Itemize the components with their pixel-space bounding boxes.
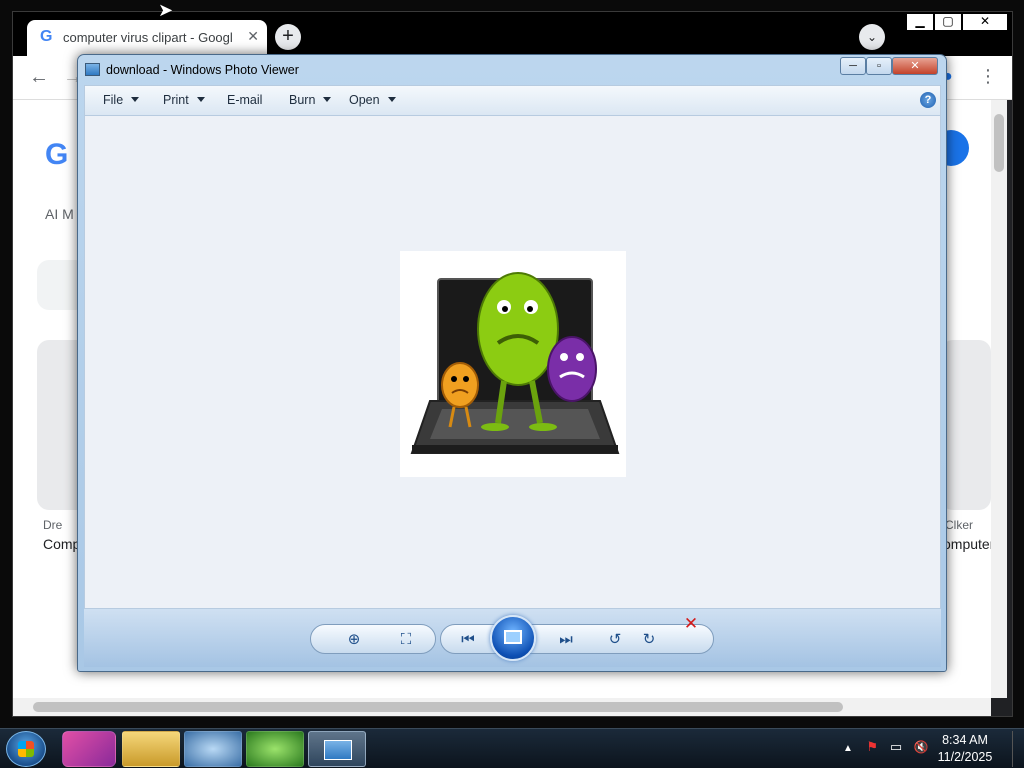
vertical-scrollbar[interactable] (991, 100, 1007, 698)
menu-print[interactable]: Print (163, 93, 205, 107)
window-title: download - Windows Photo Viewer (106, 63, 299, 77)
taskbar: ▲ ⚑ ▭ 🔇 8:34 AM 11/2/2025 (0, 728, 1024, 768)
image-canvas[interactable] (84, 115, 941, 609)
menu-print-label: Print (163, 93, 189, 107)
previous-icon[interactable]: ⏮ (453, 629, 483, 651)
back-arrow-icon[interactable]: ← (29, 66, 49, 89)
result-title[interactable]: omputer (943, 536, 991, 552)
new-tab-button[interactable]: + (275, 24, 301, 50)
taskbar-browser-globe[interactable] (184, 731, 242, 767)
google-favicon-icon: G (40, 28, 53, 45)
menu-open[interactable]: Open (349, 93, 396, 107)
windows-logo-icon (18, 741, 34, 757)
actual-size-icon[interactable]: ⛶ (393, 629, 419, 651)
tab-search-button[interactable]: ⌄ (859, 24, 885, 50)
network-icon[interactable]: ▭ (890, 739, 902, 754)
clock-time[interactable]: 8:34 AM (930, 733, 1000, 747)
dropdown-arrow-icon (196, 97, 205, 102)
close-button[interactable]: ✕ (892, 57, 938, 75)
slideshow-button[interactable] (490, 615, 536, 661)
zoom-icon[interactable]: ⊕ (337, 629, 371, 651)
photo-viewer-icon (324, 740, 352, 760)
action-center-flag-icon[interactable]: ⚑ (867, 739, 879, 754)
next-icon[interactable]: ⏭ (551, 629, 581, 651)
mouse-cursor-icon: ➤ (158, 0, 174, 20)
delete-icon[interactable]: ✕ (680, 613, 702, 635)
taskbar-app-pink[interactable] (62, 731, 116, 767)
slideshow-icon (504, 630, 522, 644)
menu-email-label: E-mail (227, 93, 263, 107)
dropdown-arrow-icon (387, 97, 396, 102)
help-icon[interactable]: ? (920, 92, 936, 108)
image-result-card[interactable] (941, 340, 991, 510)
ai-mode-tab[interactable]: AI M (45, 206, 74, 222)
system-tray: ▲ ⚑ ▭ 🔇 (843, 739, 929, 755)
show-desktop-button[interactable] (1012, 731, 1022, 767)
virus-laptop-image (400, 251, 626, 477)
taskbar-file-explorer[interactable] (122, 731, 180, 767)
dropdown-arrow-icon (323, 97, 332, 102)
viewer-controls-bar: ⊕ ⛶ ⏮ ⏭ ↺ ↻ ✕ (84, 609, 941, 667)
zoom-fit-group: ⊕ ⛶ (310, 624, 436, 654)
menu-email[interactable]: E-mail (227, 93, 262, 107)
close-button[interactable]: ✕ (963, 14, 1007, 30)
show-hidden-icons-icon[interactable]: ▲ (843, 743, 853, 754)
menu-file-label: File (103, 93, 124, 107)
kebab-menu-icon[interactable]: ⋮ (979, 66, 997, 87)
horizontal-scrollbar[interactable] (13, 698, 991, 716)
taskbar-download-manager[interactable] (246, 731, 304, 767)
rotate-counterclockwise-icon[interactable]: ↺ (601, 629, 629, 651)
photo-viewer-app-icon (85, 63, 100, 76)
menu-file[interactable]: File (103, 93, 140, 107)
photo-viewer-window: download - Windows Photo Viewer ─ ▫ ✕ Fi… (77, 54, 947, 672)
maximize-button[interactable]: ▢ (935, 14, 961, 30)
command-bar: File Print E-mail Burn Open ? (84, 85, 941, 115)
menu-burn[interactable]: Burn (289, 93, 332, 107)
minimize-button[interactable]: ▁ (907, 14, 933, 30)
menu-burn-label: Burn (289, 93, 316, 107)
tab-title: computer virus clipart - Google (63, 30, 233, 45)
google-logo[interactable]: G (45, 138, 68, 172)
result-source: Clker (945, 518, 974, 532)
result-title[interactable]: Comp (43, 536, 80, 552)
rotate-clockwise-icon[interactable]: ↻ (635, 629, 663, 651)
start-button[interactable] (6, 731, 46, 767)
dropdown-arrow-icon (131, 97, 140, 102)
virus-clipart-svg (410, 272, 620, 454)
maximize-button[interactable]: ▫ (866, 57, 892, 75)
result-source: Dre (43, 518, 63, 532)
browser-tab[interactable]: G computer virus clipart - Google ✕ (27, 20, 267, 56)
menu-open-label: Open (349, 93, 380, 107)
volume-muted-icon[interactable]: 🔇 (914, 740, 929, 754)
clock-date[interactable]: 11/2/2025 (930, 750, 1000, 764)
taskbar-photo-viewer[interactable] (308, 731, 366, 767)
minimize-button[interactable]: ─ (840, 57, 866, 75)
tab-close-icon[interactable]: ✕ (247, 28, 259, 45)
navigation-group: ⏮ ⏭ ↺ ↻ (440, 624, 714, 654)
